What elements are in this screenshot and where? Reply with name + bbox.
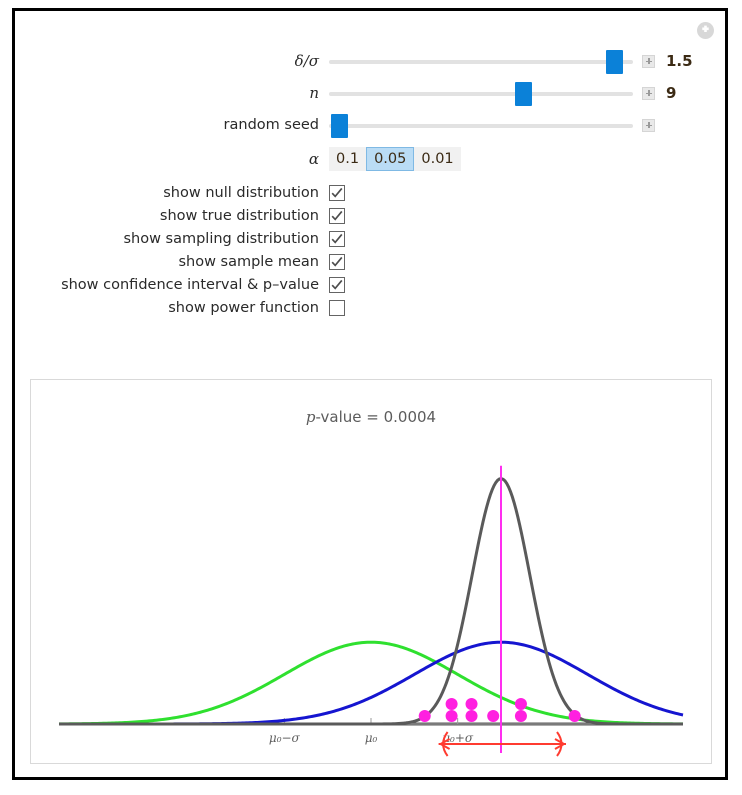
slider-n[interactable] xyxy=(329,77,633,109)
checkbox-label: show sampling distribution xyxy=(123,230,319,247)
checkbox-row-show-sample-mean: show sample mean xyxy=(15,250,725,273)
slider-row-random-seed: random seed xyxy=(15,109,725,141)
slider-random-seed[interactable] xyxy=(329,109,633,141)
checkbox-row-show-null-distribution: show null distribution xyxy=(15,181,725,204)
checkbox-show-sample-mean[interactable] xyxy=(329,253,345,270)
slider-thumb[interactable] xyxy=(331,114,348,138)
plot-panel: p-value = 0.0004 μ₀−σ μ₀ μ₀+σ xyxy=(30,379,712,764)
controls-area: δ/σ 1.5 n 9 random seed α 0.1 0.05 0.01 … xyxy=(15,45,725,319)
slider-value-n: 9 xyxy=(666,84,677,102)
slider-label-delta-sigma: δ/σ xyxy=(294,52,319,70)
checkbox-row-show-confidence-interval: show confidence interval & p–value xyxy=(15,273,725,296)
alpha-option-0.1[interactable]: 0.1 xyxy=(329,147,366,171)
alpha-label: α xyxy=(308,150,319,168)
plus-circle-icon[interactable] xyxy=(697,22,714,39)
demonstration-window: δ/σ 1.5 n 9 random seed α 0.1 0.05 0.01 … xyxy=(12,8,728,780)
alpha-option-0.05[interactable]: 0.05 xyxy=(366,147,415,171)
checkbox-row-show-true-distribution: show true distribution xyxy=(15,204,725,227)
alpha-setter-row: α 0.1 0.05 0.01 xyxy=(15,144,725,174)
checkbox-label: show true distribution xyxy=(159,207,319,224)
checkbox-show-power-function[interactable] xyxy=(329,299,345,316)
alpha-setter-bar[interactable]: 0.1 0.05 0.01 xyxy=(329,147,461,171)
slider-thumb[interactable] xyxy=(515,82,532,106)
checkbox-label: show sample mean xyxy=(178,253,319,270)
checkbox-row-show-power-function: show power function xyxy=(15,296,725,319)
checkbox-group: show null distribution show true distrib… xyxy=(15,181,725,319)
slider-track[interactable] xyxy=(329,124,633,128)
checkbox-row-show-sampling-distribution: show sampling distribution xyxy=(15,227,725,250)
svg-text:μ₀−σ: μ₀−σ xyxy=(269,731,301,745)
slider-label-n: n xyxy=(309,84,319,102)
checkbox-show-sampling-distribution[interactable] xyxy=(329,230,345,247)
svg-text:μ₀: μ₀ xyxy=(365,731,378,745)
plus-box-icon[interactable] xyxy=(642,54,655,68)
alpha-option-0.01[interactable]: 0.01 xyxy=(414,147,460,171)
plus-box-icon[interactable] xyxy=(642,118,655,132)
slider-value-delta-sigma: 1.5 xyxy=(666,52,693,70)
plus-box-icon[interactable] xyxy=(642,86,655,100)
checkbox-show-confidence-interval[interactable] xyxy=(329,276,345,293)
distribution-plot: μ₀−σ μ₀ μ₀+σ xyxy=(58,465,684,757)
slider-row-delta-sigma: δ/σ 1.5 xyxy=(15,45,725,77)
slider-track[interactable] xyxy=(329,92,633,96)
checkbox-label: show power function xyxy=(168,299,319,316)
slider-thumb[interactable] xyxy=(606,50,623,74)
slider-track[interactable] xyxy=(329,60,633,64)
checkbox-show-null-distribution[interactable] xyxy=(329,184,345,201)
slider-label-random-seed: random seed xyxy=(223,117,319,133)
checkbox-label: show confidence interval & p–value xyxy=(61,276,319,293)
slider-row-n: n 9 xyxy=(15,77,725,109)
checkbox-label: show null distribution xyxy=(163,184,319,201)
slider-delta-sigma[interactable] xyxy=(329,45,633,77)
checkbox-show-true-distribution[interactable] xyxy=(329,207,345,224)
